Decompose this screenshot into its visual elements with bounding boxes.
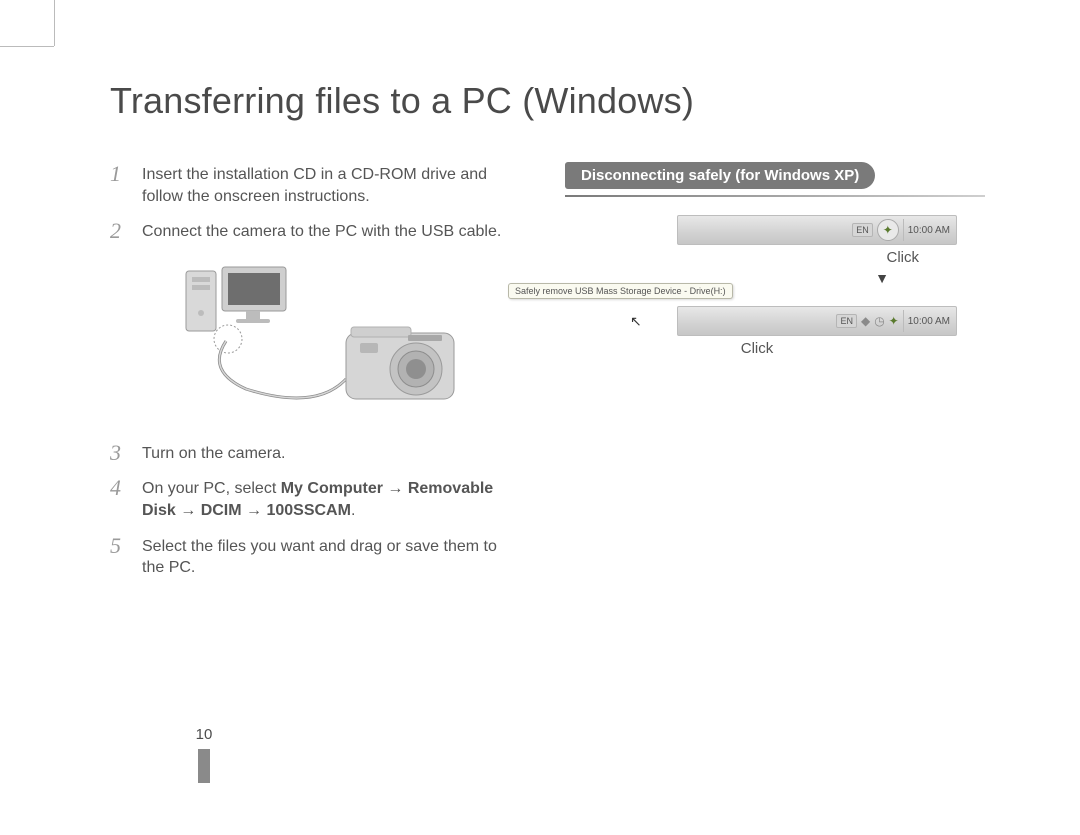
camera-pc-illustration: [146, 261, 466, 416]
tray-divider: [903, 310, 904, 332]
tray-icon: ◆: [861, 314, 870, 328]
step-text: Connect the camera to the PC with the US…: [142, 219, 510, 243]
step4-prefix: On your PC, select: [142, 480, 281, 497]
step-4: 4 On your PC, select My Computer → Remov…: [110, 476, 510, 521]
balloon-tooltip: Safely remove USB Mass Storage Device - …: [508, 283, 733, 299]
page-number-block: 10: [188, 726, 220, 783]
page-title: Transferring files to a PC (Windows): [110, 80, 1020, 122]
step-text: On your PC, select My Computer → Removab…: [142, 476, 510, 521]
step-text: Select the files you want and drag or sa…: [142, 534, 510, 579]
tray-divider: [903, 219, 904, 241]
safely-remove-icon: ✦: [883, 223, 893, 237]
safely-remove-icon-circled: ✦: [877, 219, 899, 241]
language-indicator: EN: [852, 223, 873, 237]
left-column: 1 Insert the installation CD in a CD-ROM…: [110, 162, 510, 591]
step-2: 2 Connect the camera to the PC with the …: [110, 219, 510, 243]
sidebar-heading: Disconnecting safely (for Windows XP): [565, 162, 875, 189]
step4-suffix: .: [351, 502, 355, 519]
language-indicator: EN: [836, 314, 857, 328]
safely-remove-icon: ✦: [889, 314, 899, 328]
step-1: 1 Insert the installation CD in a CD-ROM…: [110, 162, 510, 207]
step-text: Turn on the camera.: [142, 441, 510, 465]
page-content: Transferring files to a PC (Windows) 1 I…: [0, 0, 1080, 591]
step-3: 3 Turn on the camera.: [110, 441, 510, 465]
step-number: 5: [110, 534, 128, 579]
page-number-bar: [198, 749, 210, 783]
step-text: Insert the installation CD in a CD-ROM d…: [142, 162, 510, 207]
step-number: 3: [110, 441, 128, 465]
taskbar-1: EN ✦ 10:00 AM: [677, 215, 957, 245]
margin-vline: [54, 0, 55, 46]
step-number: 1: [110, 162, 128, 207]
click-label-2: Click: [697, 340, 817, 357]
click-label-1: Click: [577, 249, 919, 266]
margin-hline: [0, 46, 54, 47]
clock: 10:00 AM: [908, 225, 950, 236]
right-column: Disconnecting safely (for Windows XP) EN…: [565, 162, 985, 591]
page-number: 10: [188, 726, 220, 743]
tray-icon: ◷: [874, 314, 884, 328]
step-5: 5 Select the files you want and drag or …: [110, 534, 510, 579]
columns: 1 Insert the installation CD in a CD-ROM…: [110, 162, 1020, 591]
tray-area: EN ✦ 10:00 AM Click ▼ Safely remove USB …: [577, 215, 957, 357]
sidebar-heading-underline: [565, 195, 985, 197]
clock: 10:00 AM: [908, 316, 950, 327]
step-number: 4: [110, 476, 128, 521]
taskbar-2: Safely remove USB Mass Storage Device - …: [677, 306, 957, 336]
cursor-icon: ↖: [630, 313, 642, 330]
step-number: 2: [110, 219, 128, 243]
